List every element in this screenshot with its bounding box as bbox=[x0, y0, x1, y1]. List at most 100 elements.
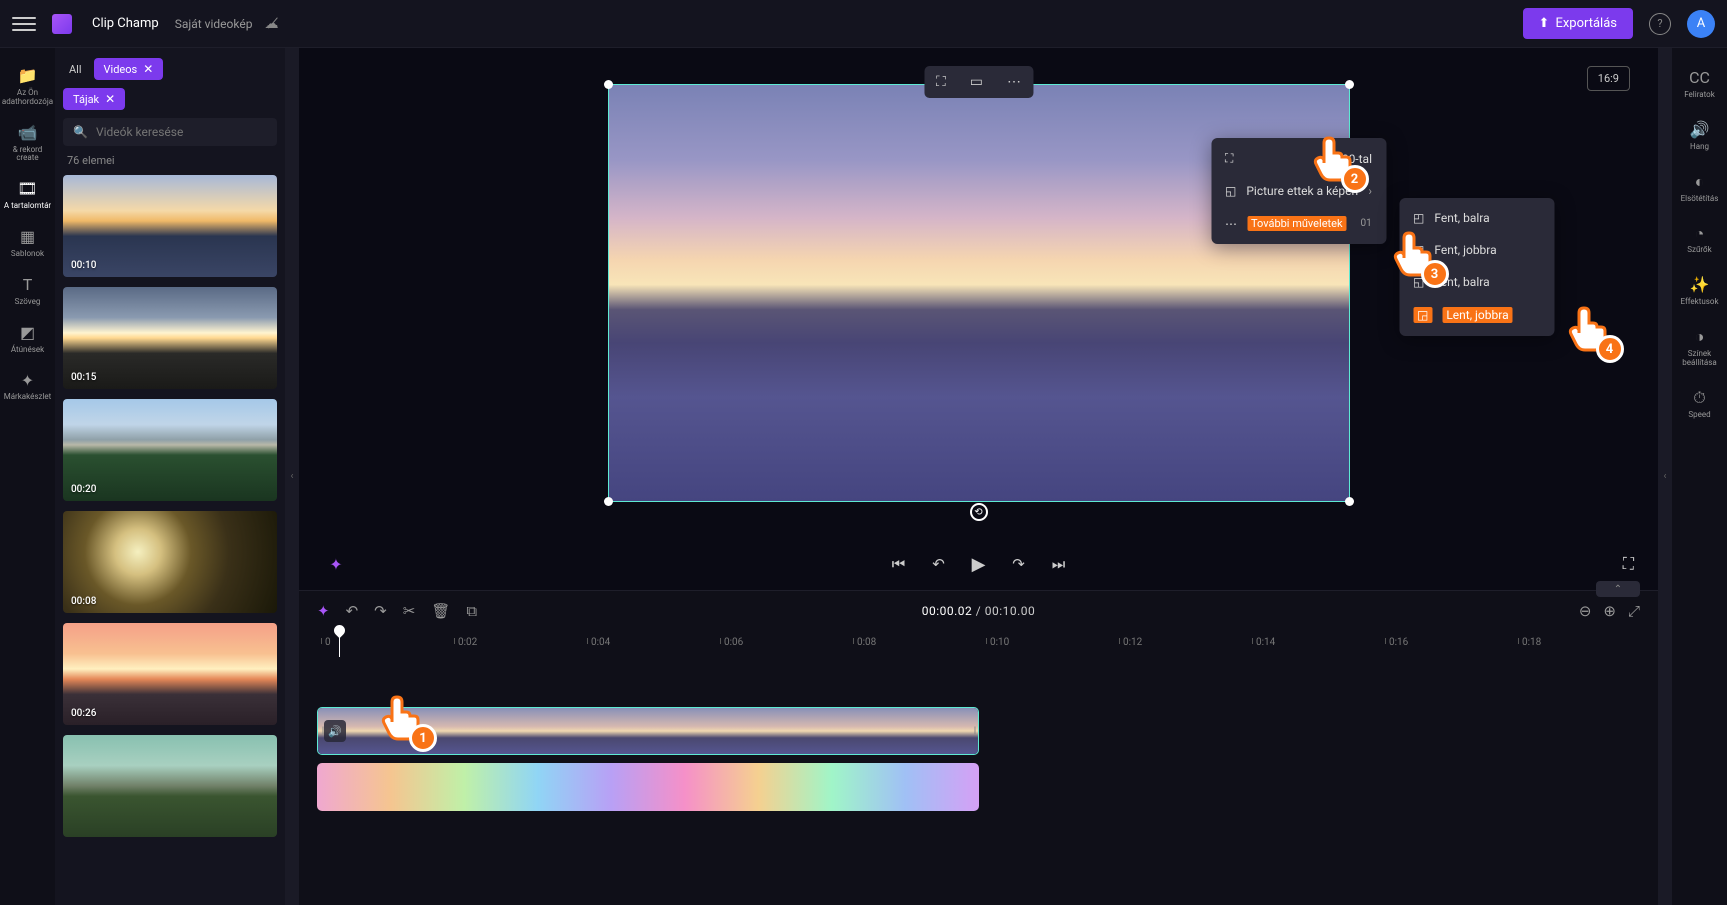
zoom-fit-button[interactable]: ⤢ bbox=[1628, 602, 1640, 620]
close-icon[interactable]: ✕ bbox=[105, 92, 115, 106]
rail-az-n-adathordoz-ja[interactable]: 📁Az Ön adathordozója bbox=[0, 60, 55, 113]
rail-icon: ◐ bbox=[1690, 172, 1710, 192]
skip-end-button[interactable]: ⏭ bbox=[1048, 553, 1070, 575]
rail-label: Sablonok bbox=[11, 250, 44, 259]
video-track-clip[interactable]: || 🔊 || bbox=[317, 707, 979, 755]
sub-bottom-left[interactable]: ◱Lent, balra bbox=[1399, 266, 1554, 298]
resize-handle-tr[interactable] bbox=[1345, 80, 1354, 89]
resize-handle-bl[interactable] bbox=[604, 497, 613, 506]
rail-sz-veg[interactable]: TSzöveg bbox=[0, 269, 55, 313]
chip-landscapes[interactable]: Tájak ✕ bbox=[63, 88, 125, 110]
rail-label: Effektusok bbox=[1680, 298, 1718, 307]
annotation-4: 4 bbox=[1596, 335, 1624, 363]
context-menu: ⛶ 900-tal ◱ Picture ettek a képen › ⋯ To… bbox=[1211, 138, 1386, 244]
rail-label: A tartalomtár bbox=[4, 202, 51, 211]
media-thumbnail[interactable]: 00:08 bbox=[63, 511, 277, 613]
rail-feliratok[interactable]: CCFeliratok bbox=[1672, 62, 1727, 106]
zoom-in-button[interactable]: ⊕ bbox=[1603, 602, 1616, 620]
clip-handle-right[interactable]: || bbox=[970, 708, 978, 754]
timeline-ruler[interactable]: 00:020:040:060:080:100:120:140:160:18 bbox=[317, 631, 1658, 657]
ruler-tick: 0:08 bbox=[857, 637, 876, 648]
resize-handle-br[interactable] bbox=[1345, 497, 1354, 506]
rail-icon: CC bbox=[1690, 68, 1710, 88]
rail-icon: ▦ bbox=[18, 227, 38, 247]
rewind-button[interactable]: ↶ bbox=[928, 553, 950, 575]
chip-all[interactable]: All bbox=[63, 60, 88, 79]
playhead[interactable] bbox=[339, 631, 340, 657]
rotate-handle[interactable]: ⟲ bbox=[970, 503, 988, 521]
rail-sz-nek-be-ll-t-sa[interactable]: ◑Színek beállítása bbox=[1672, 321, 1727, 374]
ctx-suffix: 900-tal bbox=[1335, 152, 1372, 166]
rail-icon: ◩ bbox=[18, 323, 38, 343]
chip-videos[interactable]: Videos ✕ bbox=[94, 58, 164, 80]
collapse-right-panel[interactable]: ‹ bbox=[1658, 48, 1672, 905]
media-thumbnail[interactable] bbox=[63, 735, 277, 837]
rail-label: Átúnések bbox=[11, 346, 44, 355]
ai-tool[interactable]: ✦ bbox=[317, 602, 330, 620]
zoom-out-button[interactable]: ⊖ bbox=[1579, 602, 1592, 620]
ruler-tick: 0:06 bbox=[724, 637, 743, 648]
ctx-item-pip[interactable]: ◱ Picture ettek a képen › bbox=[1211, 175, 1386, 207]
project-name[interactable]: Saját videokép bbox=[175, 17, 253, 31]
export-button[interactable]: ⬆ Exportálás bbox=[1523, 8, 1633, 39]
undo-button[interactable]: ↶ bbox=[346, 602, 359, 620]
sub-top-right[interactable]: ◳Fent, jobbra bbox=[1399, 234, 1554, 266]
mute-icon[interactable]: 🔊 bbox=[324, 720, 346, 742]
ruler-tick: 0 bbox=[325, 637, 331, 648]
search-input[interactable]: 🔍 bbox=[63, 118, 277, 146]
rail-sablonok[interactable]: ▦ Sablonok bbox=[0, 221, 55, 265]
thumbnail-duration: 00:08 bbox=[71, 596, 96, 607]
expand-icon: ⛶ bbox=[1225, 151, 1233, 166]
fit-tool[interactable]: ▭ bbox=[958, 66, 995, 98]
skip-start-button[interactable]: ⏮ bbox=[888, 553, 910, 575]
redo-button[interactable]: ↷ bbox=[374, 602, 387, 620]
rail-sz-r-k[interactable]: ◔Szűrők bbox=[1672, 217, 1727, 261]
rail-a-tartalomt-r[interactable]: 🎞A tartalomtár bbox=[0, 173, 55, 217]
thumbnail-duration: 00:10 bbox=[71, 260, 96, 271]
ruler-tick: 0:04 bbox=[591, 637, 610, 648]
play-button[interactable]: ▶ bbox=[968, 553, 990, 575]
media-thumbnail[interactable]: 00:20 bbox=[63, 399, 277, 501]
ctx-item-more[interactable]: ⋯ További műveletek 01 bbox=[1211, 207, 1386, 240]
rail-els-t-t-t-s[interactable]: ◐Elsötétítás bbox=[1672, 166, 1727, 210]
timeline-expand[interactable]: ⌃ bbox=[1596, 581, 1640, 597]
resize-handle-tl[interactable] bbox=[604, 80, 613, 89]
cut-button[interactable]: ✂ bbox=[403, 602, 416, 620]
pos-icon: ◰ bbox=[1413, 211, 1424, 225]
media-thumbnail[interactable]: 00:15 bbox=[63, 287, 277, 389]
avatar[interactable]: A bbox=[1687, 10, 1715, 38]
rail-effektusok[interactable]: ✨Effektusok bbox=[1672, 269, 1727, 313]
media-thumbnail[interactable]: 00:26 bbox=[63, 623, 277, 725]
rail-m-rkak-szlet[interactable]: ✦Márkakészlet bbox=[0, 364, 55, 408]
sub-bottom-right[interactable]: ◲Lent, jobbra bbox=[1399, 298, 1554, 332]
ruler-tick: 0:18 bbox=[1522, 637, 1541, 648]
rail-speed[interactable]: ⏱Speed bbox=[1672, 382, 1727, 426]
hamburger-menu[interactable] bbox=[12, 12, 36, 36]
collapse-media-panel[interactable]: ‹ bbox=[285, 48, 299, 905]
export-label: Exportálás bbox=[1555, 16, 1617, 31]
fullscreen-button[interactable]: ⛶ bbox=[1623, 554, 1634, 574]
ai-enhance-button[interactable]: ✦ bbox=[323, 551, 349, 577]
pos-icon: ◲ bbox=[1413, 307, 1432, 323]
rail-icon: 📹 bbox=[18, 123, 38, 143]
delete-button[interactable]: 🗑 bbox=[431, 602, 450, 620]
more-tool[interactable]: ⋯ bbox=[995, 66, 1033, 98]
close-icon[interactable]: ✕ bbox=[143, 62, 153, 76]
rail-label: & rekord create bbox=[2, 146, 53, 164]
rail-hang[interactable]: 🔊Hang bbox=[1672, 114, 1727, 158]
rail-icon: ◔ bbox=[1690, 223, 1710, 243]
thumbnail-duration: 00:15 bbox=[71, 372, 96, 383]
thumbnail-duration: 00:26 bbox=[71, 708, 96, 719]
media-thumbnail[interactable]: 00:10 bbox=[63, 175, 277, 277]
duplicate-button[interactable]: ⧉ bbox=[466, 602, 477, 620]
rail--amp-rekord-create[interactable]: 📹 & rekord create bbox=[0, 117, 55, 170]
ctx-item-fill[interactable]: ⛶ 900-tal bbox=[1211, 142, 1386, 175]
forward-button[interactable]: ↷ bbox=[1008, 553, 1030, 575]
sub-top-left[interactable]: ◰Fent, balra bbox=[1399, 202, 1554, 234]
app-logo bbox=[52, 14, 72, 34]
crop-tool[interactable]: ⛶ bbox=[924, 66, 958, 98]
help-button[interactable]: ? bbox=[1649, 13, 1671, 35]
rail--t-n-sek[interactable]: ◩ Átúnések bbox=[0, 317, 55, 361]
background-track-clip[interactable] bbox=[317, 763, 979, 811]
search-field[interactable] bbox=[96, 125, 267, 139]
